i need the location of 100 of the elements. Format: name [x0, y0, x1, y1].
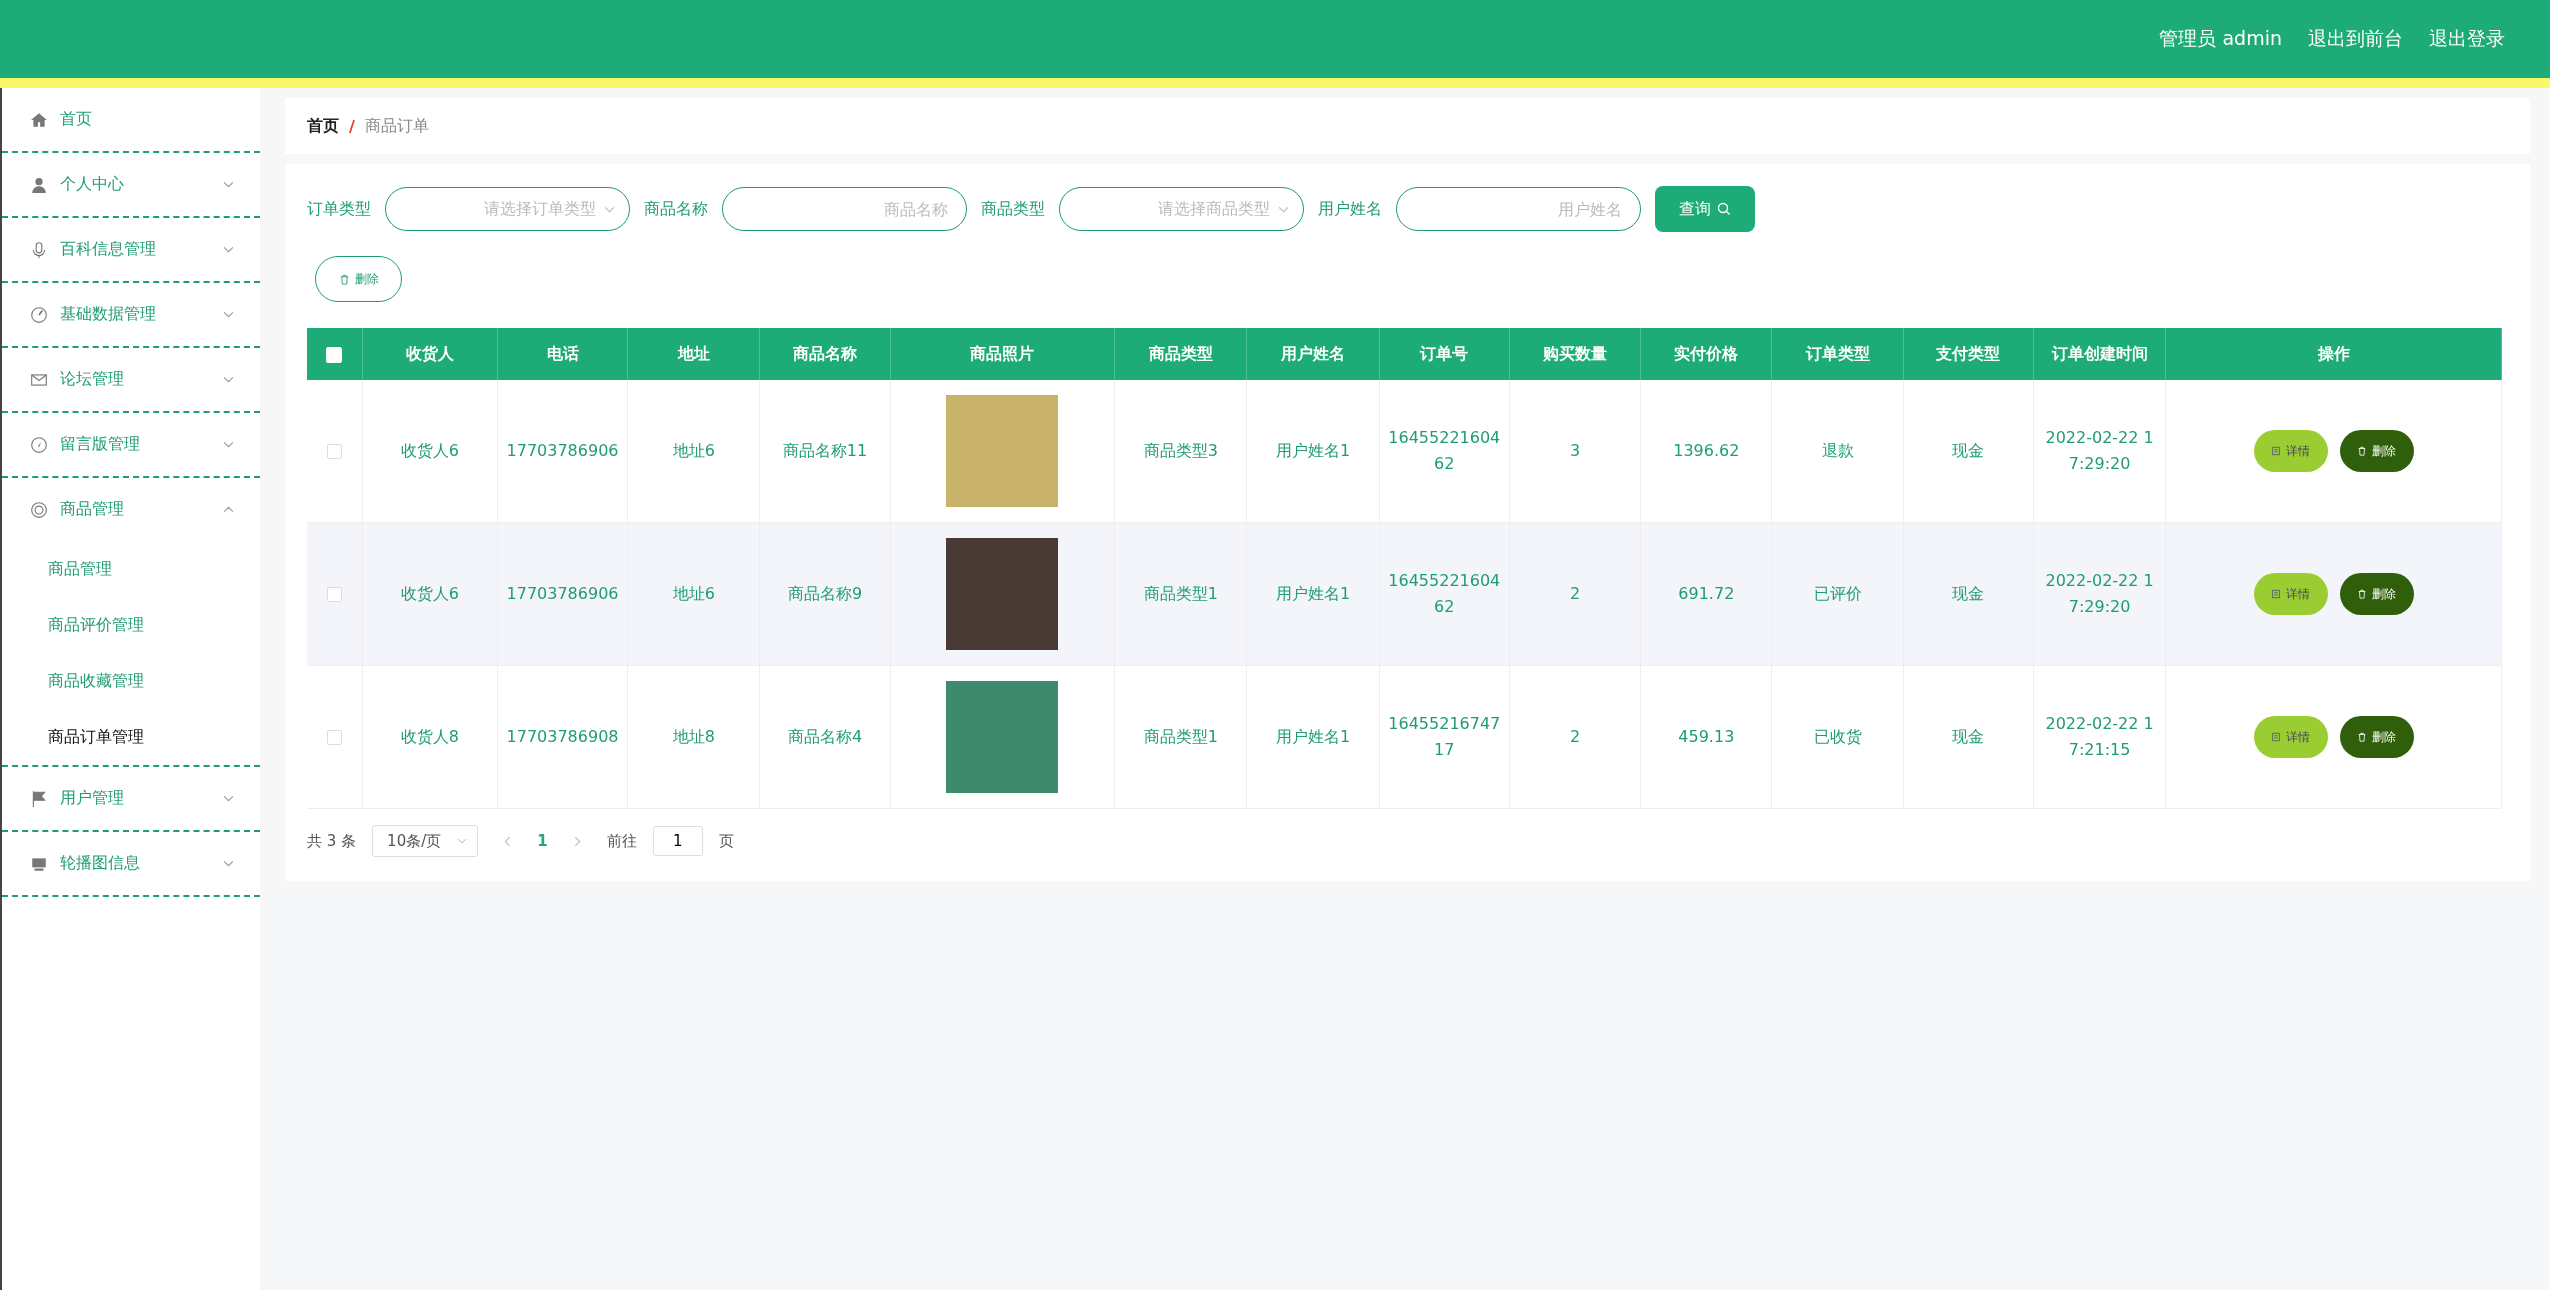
column-header: 实付价格	[1640, 328, 1772, 380]
table-cell: 2	[1509, 665, 1641, 809]
trash-icon	[2357, 732, 2368, 742]
input-field[interactable]: 商品名称	[722, 187, 967, 231]
column-header: 用户姓名	[1246, 328, 1380, 380]
delete-button[interactable]: 删除	[2339, 573, 2414, 615]
table-cell: 退款	[1771, 380, 1904, 523]
table-cell: 459.13	[1640, 665, 1772, 809]
table-cell: 地址6	[627, 522, 760, 666]
page-number[interactable]: 1	[537, 832, 548, 850]
delete-button[interactable]: 删除	[315, 256, 402, 302]
table-cell: 2022-02-22 17:29:20	[2033, 380, 2166, 523]
header-link[interactable]: 退出到前台	[2308, 26, 2403, 52]
trash-icon	[2357, 446, 2368, 456]
select-field[interactable]: 请选择订单类型	[385, 187, 630, 231]
total-count: 共 3 条	[307, 831, 357, 851]
ring-icon	[30, 500, 48, 519]
table-cell: 收货人6	[362, 522, 498, 666]
detail-button[interactable]: 详情	[2253, 716, 2328, 758]
table-cell: 现金	[1903, 380, 2034, 523]
column-header: 收货人	[362, 328, 498, 380]
detail-button[interactable]: 详情	[2253, 430, 2328, 472]
table-cell: 用户姓名1	[1246, 380, 1380, 523]
document-icon	[2271, 446, 2282, 456]
submenu-item[interactable]: 商品订单管理	[2, 709, 260, 765]
menu-item[interactable]: 个人中心	[2, 153, 260, 216]
document-icon	[2271, 589, 2282, 599]
table-cell: 收货人8	[362, 665, 498, 809]
menu-item[interactable]: 论坛管理	[2, 348, 260, 411]
table-cell: 2	[1509, 522, 1641, 666]
table-cell: 商品类型1	[1114, 665, 1247, 809]
detail-button[interactable]: 详情	[2253, 573, 2328, 615]
gauge-icon	[30, 305, 48, 324]
table-cell: 现金	[1903, 665, 2034, 809]
table-cell: 地址8	[627, 665, 760, 809]
delete-button[interactable]: 删除	[2339, 716, 2414, 758]
page-suffix: 页	[718, 831, 734, 851]
menu-item[interactable]: 用户管理	[2, 767, 260, 830]
delete-button[interactable]: 删除	[2339, 430, 2414, 472]
goto-label: 前往	[606, 831, 637, 851]
chevron-icon	[1278, 205, 1289, 213]
column-header: 商品名称	[759, 328, 891, 380]
page-size-select[interactable]: 10条/页	[372, 825, 479, 857]
field-label: 商品类型	[981, 198, 1045, 220]
table-cell: 3	[1509, 380, 1641, 523]
field-label: 商品名称	[644, 198, 708, 220]
column-header: 商品类型	[1114, 328, 1247, 380]
column-header: 购买数量	[1509, 328, 1641, 380]
header-link[interactable]: 管理员 admin	[2159, 26, 2282, 52]
table-cell: 1645521674717	[1379, 665, 1510, 809]
flag-icon	[30, 789, 48, 808]
submenu-item[interactable]: 商品评价管理	[2, 597, 260, 653]
table-cell: 2022-02-22 17:29:20	[2033, 522, 2166, 666]
menu-item[interactable]: 首页	[2, 88, 260, 151]
table-cell: 1645522160462	[1379, 522, 1510, 666]
search-button[interactable]: 查询	[1655, 186, 1755, 232]
menu-item[interactable]: 轮播图信息	[2, 832, 260, 895]
row-checkbox[interactable]	[326, 587, 342, 603]
search-icon	[1717, 202, 1731, 216]
table-cell: 已收货	[1771, 665, 1904, 809]
column-header: 订单号	[1379, 328, 1510, 380]
column-header: 操作	[2165, 328, 2502, 380]
table-cell: 商品名称4	[759, 665, 891, 809]
table-cell: 1396.62	[1640, 380, 1772, 523]
breadcrumb-separator: /	[349, 116, 355, 136]
table-cell: 2022-02-22 17:21:15	[2033, 665, 2166, 809]
user-icon	[30, 175, 48, 194]
table-cell: 地址6	[627, 380, 760, 523]
field-label: 用户姓名	[1318, 198, 1382, 220]
menu-item[interactable]: 留言版管理	[2, 413, 260, 476]
column-header: 商品照片	[890, 328, 1115, 380]
table-cell: 691.72	[1640, 522, 1772, 666]
submenu-item[interactable]: 商品管理	[2, 541, 260, 597]
select-field[interactable]: 请选择商品类型	[1059, 187, 1304, 231]
previous-page-icon[interactable]	[504, 835, 512, 847]
breadcrumb-item[interactable]: 首页	[307, 115, 339, 137]
breadcrumb-item: 商品订单	[364, 115, 429, 137]
table-cell: 1645522160462	[1379, 380, 1510, 523]
select-all-checkbox[interactable]	[326, 347, 343, 363]
input-field[interactable]: 用户姓名	[1396, 187, 1641, 231]
menu-item[interactable]: 百科信息管理	[2, 218, 260, 281]
table-cell: 17703786908	[497, 665, 628, 809]
submenu-item[interactable]: 商品收藏管理	[2, 653, 260, 709]
chevron-icon	[604, 205, 615, 213]
column-header: 订单创建时间	[2033, 328, 2166, 380]
column-header: 支付类型	[1903, 328, 2034, 380]
column-header: 电话	[497, 328, 628, 380]
microphone-icon	[30, 240, 48, 259]
table-cell: 17703786906	[497, 380, 628, 523]
next-page-icon[interactable]	[573, 835, 581, 847]
column-header: 订单类型	[1771, 328, 1904, 380]
header-link[interactable]: 退出登录	[2429, 26, 2505, 52]
row-checkbox[interactable]	[326, 444, 342, 460]
menu-item[interactable]: 基础数据管理	[2, 283, 260, 346]
menu-item[interactable]: 商品管理	[2, 478, 260, 541]
row-checkbox[interactable]	[326, 730, 342, 746]
page-input[interactable]: 1	[652, 826, 703, 856]
column-header: 地址	[627, 328, 760, 380]
field-label: 订单类型	[307, 198, 371, 220]
table-cell: 商品名称9	[759, 522, 891, 666]
